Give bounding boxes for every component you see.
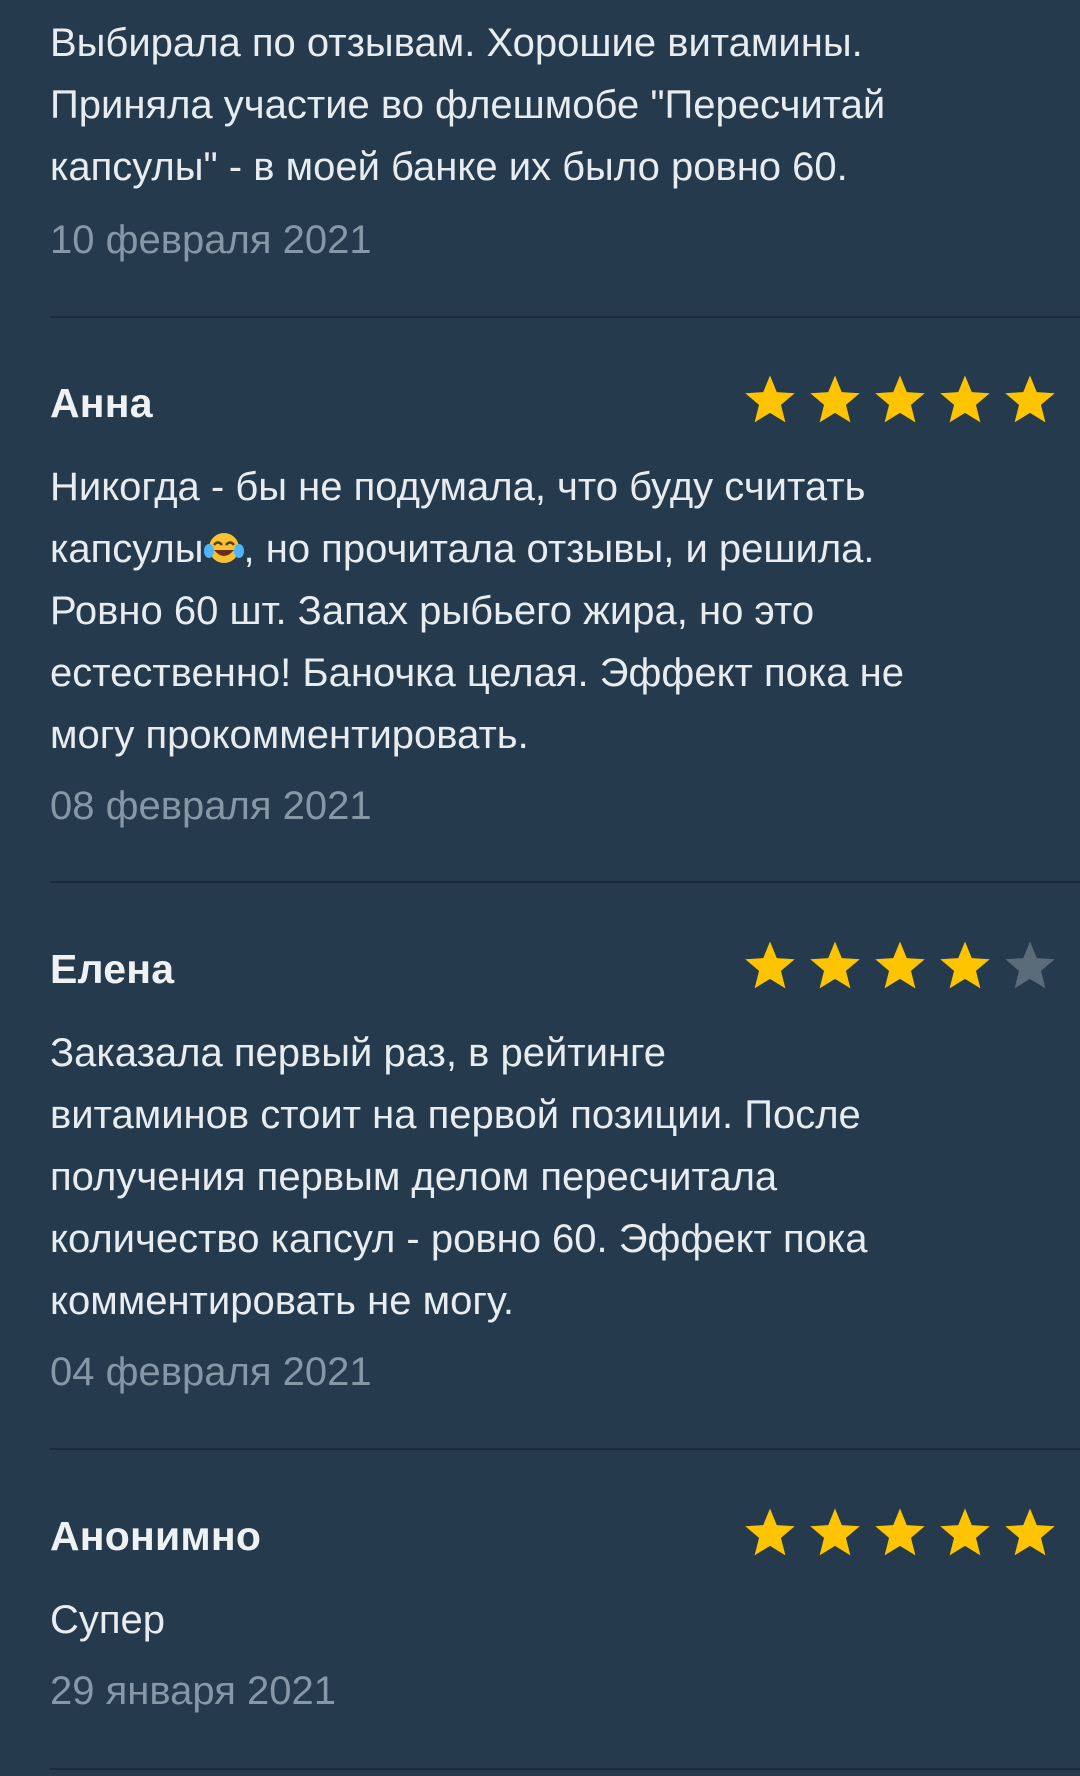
review-divider <box>50 881 1080 883</box>
star-icon <box>742 372 798 428</box>
review-card: Елена Заказала первый раз, в рейтинге ви… <box>50 938 1080 1395</box>
review-divider <box>50 1768 1080 1770</box>
rating-stars <box>742 372 1058 428</box>
star-icon <box>872 938 928 994</box>
star-empty-icon <box>1002 938 1058 994</box>
review-date: 29 января 2021 <box>50 1669 336 1713</box>
rating-stars <box>742 1505 1058 1561</box>
review-text: Никогда - бы не подумала, что буду счита… <box>50 456 1080 766</box>
star-icon <box>742 938 798 994</box>
review-card: Выбирала по отзывам. Хорошие витамины. П… <box>50 12 1080 263</box>
review-divider <box>50 316 1080 318</box>
star-icon <box>937 938 993 994</box>
review-divider <box>50 1448 1080 1450</box>
review-header: Анна <box>50 372 1080 432</box>
star-icon <box>742 1505 798 1561</box>
rating-stars <box>742 938 1058 994</box>
review-author: Анна <box>50 380 153 426</box>
reviews-list: Выбирала по отзывам. Хорошие витамины. П… <box>0 0 1080 1776</box>
star-icon <box>872 1505 928 1561</box>
star-icon <box>807 372 863 428</box>
star-icon <box>1002 372 1058 428</box>
review-card: Анонимно Супер 29 января 2021 <box>50 1505 1080 1714</box>
star-icon <box>937 1505 993 1561</box>
star-icon <box>872 372 928 428</box>
review-text: Заказала первый раз, в рейтинге витамино… <box>50 1031 868 1323</box>
review-card: Анна Никогда - бы не подумала, что буду … <box>50 372 1080 829</box>
star-icon <box>807 938 863 994</box>
review-date: 10 февраля 2021 <box>50 218 372 262</box>
review-author: Елена <box>50 946 175 992</box>
tears-of-joy-emoji-icon <box>203 522 244 563</box>
review-date: 04 февраля 2021 <box>50 1350 372 1394</box>
review-text: Супер <box>50 1598 166 1642</box>
review-author: Анонимно <box>50 1513 262 1559</box>
review-text: Выбирала по отзывам. Хорошие витамины. П… <box>50 21 886 189</box>
review-date: 08 февраля 2021 <box>50 784 372 828</box>
star-icon <box>807 1505 863 1561</box>
star-icon <box>1002 1505 1058 1561</box>
star-icon <box>937 372 993 428</box>
review-header: Елена <box>50 938 1080 998</box>
review-header: Анонимно <box>50 1505 1080 1565</box>
